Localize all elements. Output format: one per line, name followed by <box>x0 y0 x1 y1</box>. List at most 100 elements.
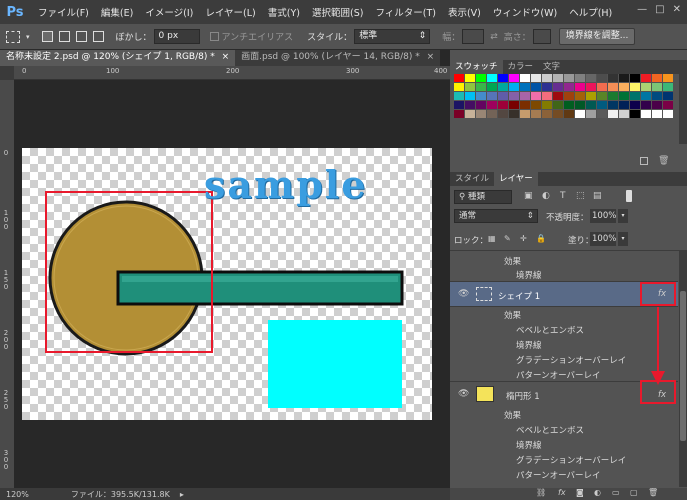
swatch-color[interactable] <box>663 92 673 100</box>
swatch-color[interactable] <box>487 74 497 82</box>
tab-character[interactable]: 文字 <box>538 60 565 74</box>
close-icon[interactable]: × <box>427 52 435 62</box>
swatch-color[interactable] <box>608 92 618 100</box>
tab-document-2[interactable]: 画面.psd @ 100% (レイヤー 14, RGB/8) * × <box>235 50 441 66</box>
folder-icon[interactable]: ▭ <box>612 488 620 497</box>
swatch-color[interactable] <box>641 110 651 118</box>
swatch-color[interactable] <box>564 74 574 82</box>
swatch-color[interactable] <box>652 92 662 100</box>
marquee-tool-icon[interactable] <box>6 30 20 43</box>
trash-icon[interactable]: 🗑 <box>648 488 658 497</box>
swatch-color[interactable] <box>509 92 519 100</box>
swatch-color[interactable] <box>520 92 530 100</box>
swatch-color[interactable] <box>542 101 552 109</box>
swatch-color[interactable] <box>531 92 541 100</box>
lock-all-icon[interactable]: 🔒 <box>536 234 546 243</box>
swatch-color[interactable] <box>663 110 673 118</box>
swatch-color[interactable] <box>498 92 508 100</box>
swatch-color[interactable] <box>575 74 585 82</box>
chevron-down-icon[interactable]: ▾ <box>26 33 30 41</box>
swatch-color[interactable] <box>641 74 651 82</box>
swatch-color[interactable] <box>476 83 486 91</box>
swatch-color[interactable] <box>542 74 552 82</box>
filter-toggle-icon[interactable] <box>626 190 632 202</box>
link-icon[interactable]: ⛓ <box>536 488 546 497</box>
menu-filter[interactable]: フィルター(T) <box>369 5 442 19</box>
swatch-color[interactable] <box>630 83 640 91</box>
swatch-color[interactable] <box>509 110 519 118</box>
swatch-color[interactable] <box>608 110 618 118</box>
filter-adjust-icon[interactable]: ◐ <box>542 191 550 201</box>
swatch-color[interactable] <box>619 110 629 118</box>
swatch-color[interactable] <box>465 83 475 91</box>
swatch-color[interactable] <box>630 110 640 118</box>
layer-scrollbar-thumb[interactable] <box>680 291 686 441</box>
swatch-color[interactable] <box>465 92 475 100</box>
swatch-color[interactable] <box>476 110 486 118</box>
swatch-color[interactable] <box>498 83 508 91</box>
swatch-color[interactable] <box>652 83 662 91</box>
trash-icon[interactable]: 🗑 <box>658 156 669 166</box>
swatch-color[interactable] <box>531 83 541 91</box>
swatch-color[interactable] <box>630 101 640 109</box>
swatch-color[interactable] <box>487 101 497 109</box>
swatch-color[interactable] <box>652 101 662 109</box>
swap-icon[interactable]: ⇄ <box>490 32 498 42</box>
menu-layer[interactable]: レイヤー(L) <box>199 5 261 19</box>
swatch-color[interactable] <box>553 83 563 91</box>
mask-icon[interactable]: ◙ <box>576 488 584 497</box>
restore-icon[interactable]: □ <box>655 4 664 15</box>
lock-transparent-icon[interactable]: ▦ <box>488 234 496 243</box>
fill-input[interactable]: 100% <box>590 232 616 246</box>
tab-styles[interactable]: スタイル <box>450 172 494 186</box>
menu-type[interactable]: 書式(Y) <box>262 5 306 19</box>
swatch-color[interactable] <box>553 92 563 100</box>
fx-menu-icon[interactable]: fx <box>558 488 566 497</box>
antialias-checkbox[interactable] <box>209 32 219 41</box>
swatch-color[interactable] <box>531 110 541 118</box>
swatch-color[interactable] <box>619 74 629 82</box>
swatch-color[interactable] <box>487 110 497 118</box>
swatch-color[interactable] <box>597 110 607 118</box>
swatch-color[interactable] <box>586 92 596 100</box>
subtract-selection-icon[interactable] <box>75 31 87 42</box>
swatch-color[interactable] <box>608 83 618 91</box>
ruler-vertical[interactable]: 0 1 0 0 1 5 0 2 0 0 2 5 0 3 0 0 <box>0 80 14 488</box>
menu-window[interactable]: ウィンドウ(W) <box>487 5 563 19</box>
filter-type-icon[interactable]: T <box>560 191 566 201</box>
swatch-color[interactable] <box>630 92 640 100</box>
swatch-color[interactable] <box>542 110 552 118</box>
swatch-color[interactable] <box>476 101 486 109</box>
swatch-color[interactable] <box>619 83 629 91</box>
swatch-color[interactable] <box>465 101 475 109</box>
swatch-color[interactable] <box>564 110 574 118</box>
layer-name[interactable]: 楕円形 1 <box>506 390 540 402</box>
swatch-color[interactable] <box>619 92 629 100</box>
new-layer-icon[interactable]: ▢ <box>630 488 638 497</box>
swatch-color[interactable] <box>663 83 673 91</box>
swatch-scrollbar[interactable] <box>679 74 687 144</box>
new-swatch-icon[interactable] <box>640 157 648 165</box>
filter-shape-icon[interactable]: ⬚ <box>576 191 585 201</box>
swatch-color[interactable] <box>586 110 596 118</box>
swatch-color[interactable] <box>608 74 618 82</box>
tab-document-1[interactable]: 名称未設定 2.psd @ 120% (シェイプ 1, RGB/8) * × <box>0 50 236 66</box>
swatch-color[interactable] <box>498 101 508 109</box>
lock-position-icon[interactable]: ✛ <box>520 234 527 243</box>
swatch-grid[interactable] <box>454 74 674 119</box>
swatch-color[interactable] <box>575 101 585 109</box>
menu-edit[interactable]: 編集(E) <box>95 5 139 19</box>
swatch-color[interactable] <box>542 83 552 91</box>
swatch-color[interactable] <box>542 92 552 100</box>
menu-view[interactable]: 表示(V) <box>442 5 487 19</box>
menu-help[interactable]: ヘルプ(H) <box>563 5 618 19</box>
ruler-horizontal[interactable]: 0 100 200 300 400 <box>14 66 450 80</box>
swatch-color[interactable] <box>641 101 651 109</box>
swatch-color[interactable] <box>509 101 519 109</box>
swatch-color[interactable] <box>564 101 574 109</box>
swatch-color[interactable] <box>597 83 607 91</box>
menu-image[interactable]: イメージ(I) <box>139 5 199 19</box>
swatch-color[interactable] <box>509 74 519 82</box>
kind-filter[interactable]: ⚲ 種類 <box>454 190 512 204</box>
swatch-color[interactable] <box>597 74 607 82</box>
